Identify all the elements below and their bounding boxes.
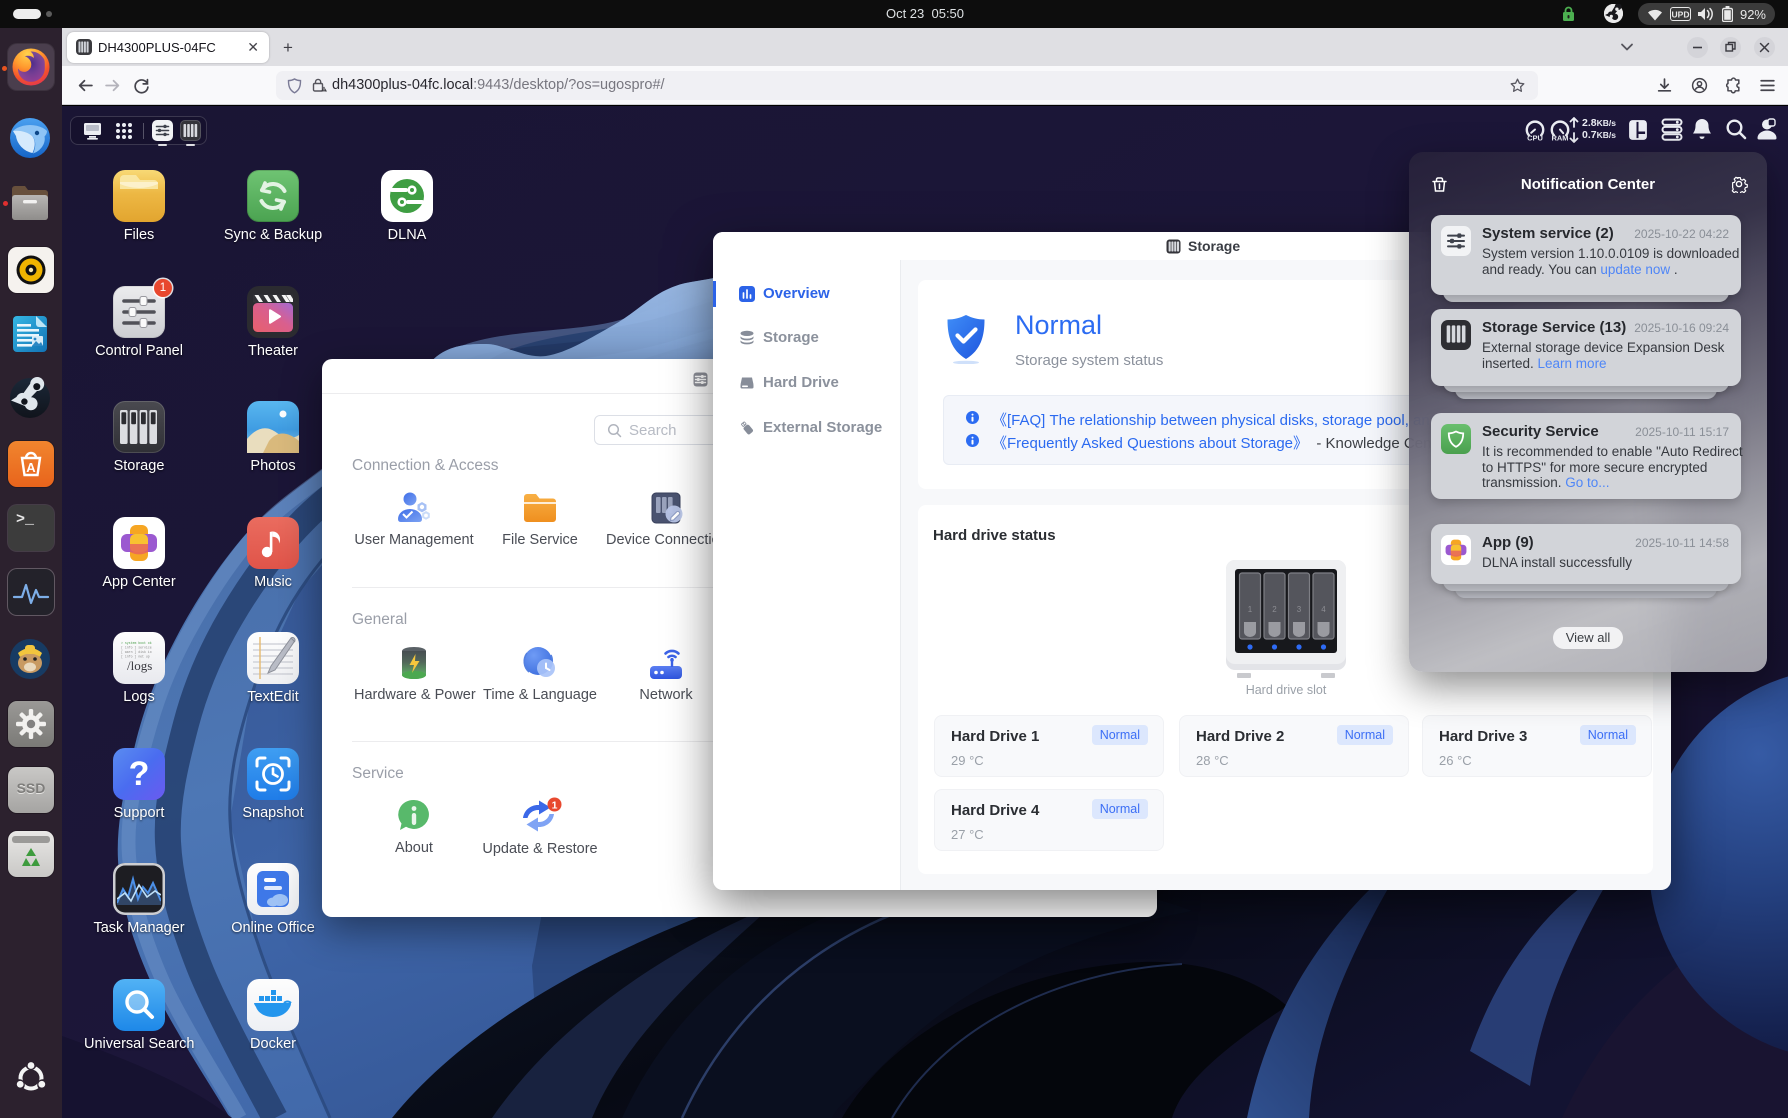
svg-text:4: 4 <box>1321 605 1326 614</box>
svg-text:RAM: RAM <box>1551 134 1568 143</box>
svg-text:1: 1 <box>552 800 558 812</box>
svg-text:CPU: CPU <box>1527 134 1543 143</box>
svg-text:[ info ] service: [ info ] service <box>121 646 152 650</box>
svg-text:UPD: UPD <box>1671 10 1689 20</box>
svg-text:3: 3 <box>1297 605 1302 614</box>
svg-text:[ warn ] disk io: [ warn ] disk io <box>121 650 152 654</box>
svg-text:/logs: /logs <box>127 658 152 673</box>
svg-text:A: A <box>26 460 36 475</box>
svg-text:> system boot ok: > system boot ok <box>121 641 152 645</box>
svg-text:2: 2 <box>1272 605 1277 614</box>
svg-text:1: 1 <box>1248 605 1253 614</box>
